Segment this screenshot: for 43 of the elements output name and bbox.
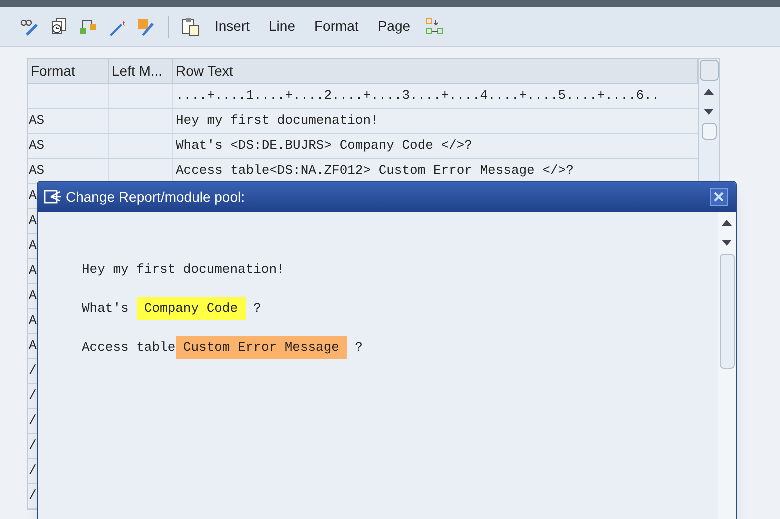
table-cell-text: A	[29, 312, 37, 330]
table-cell-text: A	[29, 337, 37, 356]
table-cell-text: A	[29, 262, 37, 280]
document-line: Access table Custom Error Message ?	[82, 337, 718, 358]
table-cell-text: AS	[29, 162, 45, 180]
table-cell-text: A	[29, 212, 37, 230]
edit-document-icon	[44, 189, 62, 205]
document-line: What's Company Code ?	[82, 298, 718, 319]
column-header[interactable]: Format	[28, 59, 109, 83]
table-cell-text: Hey my first documenation!	[175, 112, 379, 130]
table-cell-text: AS	[29, 137, 45, 156]
scroll-up-icon[interactable]	[722, 220, 732, 226]
column-header[interactable]: Row Text	[173, 59, 698, 83]
network-icon[interactable]	[424, 16, 445, 36]
table-cell-text: A	[29, 187, 37, 206]
table-cell-text: A	[29, 287, 37, 306]
pencil-box-icon[interactable]	[136, 16, 156, 36]
column-header[interactable]: Left M...	[109, 59, 173, 83]
scrollbar-thumb[interactable]	[702, 123, 716, 140]
close-button[interactable]	[710, 188, 728, 206]
close-icon	[714, 192, 724, 202]
toolbar-button[interactable]: Insert	[210, 14, 256, 39]
ruler: ....+....1....+....2....+....3....+....4....+....5....+....6..	[175, 87, 660, 106]
table-cell-text: Access table<DS:NA.ZF012> Custom Error Message </>?	[175, 162, 574, 180]
toolbar-button[interactable]: Line	[264, 14, 300, 39]
table-cell-text: /	[29, 362, 37, 380]
toolbar-button[interactable]: Page	[372, 14, 416, 39]
table-cell-text: AS	[29, 112, 45, 130]
table-cell-text: /	[29, 487, 37, 506]
table-cell-text: /	[29, 412, 37, 430]
table-cell-text: /	[29, 387, 37, 406]
dialog-title: Change Report/module pool:	[66, 188, 246, 207]
scroll-down-icon[interactable]	[704, 109, 714, 115]
scrollbar-thumb[interactable]	[720, 254, 734, 369]
clipboard-icon[interactable]	[181, 16, 201, 36]
scroll-down-icon[interactable]	[722, 240, 732, 246]
toolbar-button[interactable]: Format	[309, 14, 364, 39]
table-cell-text: /	[29, 462, 37, 480]
table-cell-text: /	[29, 437, 37, 456]
document-line: Hey my first documenation!	[82, 260, 286, 279]
table-cell-text: A	[29, 237, 37, 256]
table-cell-text: What's <DS:DE.BUJRS> Company Code </>?	[175, 137, 472, 156]
scroll-up-icon[interactable]	[704, 89, 714, 95]
